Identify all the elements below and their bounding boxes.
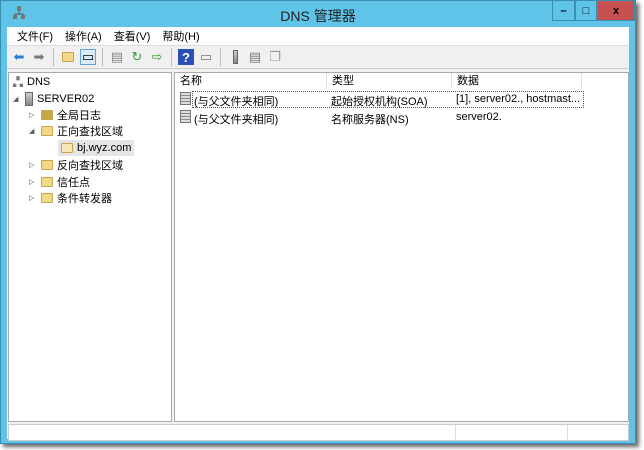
close-button[interactable]: x (597, 1, 635, 21)
console-tree: DNS ◢ SERVER02 ▷ 全局日志 ◢ 正向查找区域 bj.wyz.co… (8, 72, 172, 422)
tree-node-conditional-forwarders[interactable]: ▷ 条件转发器 (29, 190, 112, 206)
status-bar (8, 424, 629, 441)
minimize-button[interactable]: – (552, 1, 575, 21)
tree-node-dns[interactable]: DNS (13, 74, 50, 90)
server-icon (25, 92, 33, 106)
copy-record-icon[interactable]: ❐ (267, 49, 283, 65)
tree-label: bj.wyz.com (77, 142, 132, 154)
tree-label: 反向查找区域 (57, 160, 123, 172)
tree-node-trust-points[interactable]: ▷ 信任点 (29, 174, 90, 190)
toolbar-separator (171, 48, 172, 66)
dns-manager-window: DNS 管理器 – □ x 文件(F) 操作(A) 查看(V) 帮助(H) ⬅ … (0, 0, 636, 444)
record-row-ns[interactable]: (与父文件夹相同) 名称服务器(NS) server02. (178, 109, 583, 126)
tree-node-server02[interactable]: ◢ SERVER02 (13, 91, 94, 107)
tree-label: 全局日志 (57, 110, 101, 122)
record-type: 名称服务器(NS) (331, 114, 409, 126)
folder-icon (41, 177, 53, 187)
forward-arrow-icon[interactable]: ➡ (31, 49, 47, 65)
toolbar-separator (53, 48, 54, 66)
title-bar: DNS 管理器 – □ x (1, 1, 635, 27)
tree-node-bj-wyz-com[interactable]: bj.wyz.com (58, 140, 135, 156)
tree-label: 信任点 (57, 177, 90, 189)
tree-label: 条件转发器 (57, 193, 112, 205)
toolbar-separator (220, 48, 221, 66)
toolbar: ⬅ ➡ ▭ ▤ ↻ ⇨ ? ▭ ▤ ❐ (7, 45, 629, 69)
expand-arrow-icon[interactable]: ▷ (29, 178, 37, 186)
tree-node-reverse-lookup-zones[interactable]: ▷ 反向查找区域 (29, 157, 123, 173)
tree-label: 正向查找区域 (57, 126, 123, 138)
folder-icon (41, 193, 53, 203)
expand-arrow-icon[interactable]: ▷ (29, 194, 37, 202)
record-icon[interactable]: ▤ (247, 49, 263, 65)
record-icon (180, 92, 191, 105)
collapse-arrow-icon[interactable]: ◢ (13, 95, 21, 103)
record-data: server02. (456, 111, 502, 123)
record-data: [1], server02., hostmast... (456, 93, 581, 105)
column-header-type[interactable]: 类型 (327, 73, 452, 89)
menu-view[interactable]: 查看(V) (108, 28, 157, 44)
expand-arrow-icon[interactable]: ▷ (29, 161, 37, 169)
toolbar-separator (102, 48, 103, 66)
record-name: (与父文件夹相同) (194, 114, 279, 126)
maximize-button[interactable]: □ (575, 1, 597, 21)
status-section (456, 425, 568, 440)
column-header-name[interactable]: 名称 (175, 73, 327, 89)
log-icon (41, 110, 53, 120)
show-action-pane-icon[interactable]: ▭ (198, 49, 214, 65)
refresh-icon[interactable]: ↻ (129, 49, 145, 65)
menu-bar: 文件(F) 操作(A) 查看(V) 帮助(H) (7, 27, 629, 45)
help-icon[interactable]: ? (178, 49, 194, 65)
show-hide-console-tree-icon[interactable]: ▭ (80, 49, 96, 65)
tree-node-global-logs[interactable]: ▷ 全局日志 (29, 107, 101, 123)
folder-icon (41, 126, 53, 136)
record-name: (与父文件夹相同) (194, 96, 279, 108)
client-area: 文件(F) 操作(A) 查看(V) 帮助(H) ⬅ ➡ ▭ ▤ ↻ ⇨ ? ▭ … (7, 27, 629, 441)
status-section (9, 425, 456, 440)
records-list: 名称 类型 数据 (与父文件夹相同) 起始授权机构(SOA) [1], serv… (174, 72, 629, 422)
menu-action[interactable]: 操作(A) (59, 28, 108, 44)
folder-icon (41, 160, 53, 170)
tree-label: DNS (27, 76, 51, 88)
record-icon (180, 110, 191, 123)
tree-label: SERVER02 (37, 93, 95, 105)
column-header-data[interactable]: 数据 (452, 73, 582, 89)
window-title: DNS 管理器 (280, 8, 356, 24)
record-type: 起始授权机构(SOA) (331, 96, 428, 108)
collapse-arrow-icon[interactable]: ◢ (29, 127, 37, 135)
dns-icon (13, 76, 23, 87)
expand-arrow-icon[interactable]: ▷ (29, 111, 37, 119)
zone-icon (61, 143, 73, 153)
menu-help[interactable]: 帮助(H) (156, 28, 205, 44)
back-arrow-icon[interactable]: ⬅ (11, 49, 27, 65)
properties-icon[interactable]: ▤ (109, 49, 125, 65)
record-row-soa[interactable]: (与父文件夹相同) 起始授权机构(SOA) [1], server02., ho… (178, 91, 584, 108)
export-list-icon[interactable]: ⇨ (149, 49, 165, 65)
tree-node-forward-lookup-zones[interactable]: ◢ 正向查找区域 (29, 123, 123, 139)
status-section (568, 425, 628, 440)
up-folder-icon[interactable] (60, 49, 76, 65)
server-icon[interactable] (227, 49, 243, 65)
menu-file[interactable]: 文件(F) (11, 28, 59, 44)
